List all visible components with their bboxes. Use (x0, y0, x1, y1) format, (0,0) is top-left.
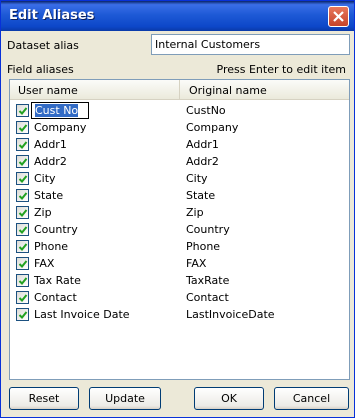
row-checkbox[interactable] (16, 291, 29, 304)
row-checkbox[interactable] (16, 138, 29, 151)
user-name-cell: City (34, 172, 56, 185)
user-name-cell: Tax Rate (34, 274, 81, 287)
original-name-cell: TaxRate (186, 274, 230, 287)
row-checkbox[interactable] (16, 155, 29, 168)
list-item[interactable]: City City (10, 170, 349, 187)
user-name-cell: Phone (34, 240, 69, 253)
checkmark-icon (18, 294, 28, 302)
list-item[interactable]: Contact Contact (10, 289, 349, 306)
close-icon (333, 11, 344, 22)
edit-aliases-dialog: Edit Aliases Dataset alias Internal Cust… (0, 0, 355, 418)
row-checkbox[interactable] (16, 223, 29, 236)
user-name-cell: Contact (34, 291, 77, 304)
dataset-alias-label: Dataset alias (7, 39, 79, 52)
row-checkbox[interactable] (16, 189, 29, 202)
original-name-cell: Company (186, 121, 239, 134)
field-aliases-label: Field aliases (7, 63, 74, 76)
list-header: User name Original name (10, 80, 349, 100)
title-bar[interactable]: Edit Aliases (1, 1, 354, 31)
column-header-user-name[interactable]: User name (10, 80, 180, 99)
original-name-cell: City (186, 172, 208, 185)
list-item[interactable]: Cust No CustNo (10, 102, 349, 119)
list-item[interactable]: FAX FAX (10, 255, 349, 272)
original-name-cell: Country (186, 223, 230, 236)
user-name-cell: FAX (34, 257, 55, 270)
list-item[interactable]: Tax Rate TaxRate (10, 272, 349, 289)
cancel-button[interactable]: Cancel (274, 387, 349, 410)
original-name-cell: Contact (186, 291, 229, 304)
edit-hint: Press Enter to edit item (216, 63, 346, 76)
window-title: Edit Aliases (9, 8, 95, 23)
original-name-cell: LastInvoiceDate (186, 308, 275, 321)
user-name-cell: Company (34, 121, 87, 134)
user-name-cell: Addr1 (34, 138, 67, 151)
list-item[interactable]: State State (10, 187, 349, 204)
user-name-cell: State (34, 189, 64, 202)
dataset-alias-input[interactable]: Internal Customers (151, 34, 350, 55)
list-item[interactable]: Addr1 Addr1 (10, 136, 349, 153)
row-checkbox[interactable] (16, 308, 29, 321)
checkmark-icon (18, 277, 28, 285)
checkmark-icon (18, 311, 28, 319)
row-checkbox[interactable] (16, 274, 29, 287)
original-name-cell: Phone (186, 240, 221, 253)
ok-button[interactable]: OK (194, 387, 264, 410)
user-name-cell: Cust No (35, 104, 79, 117)
row-checkbox[interactable] (16, 172, 29, 185)
checkmark-icon (18, 158, 28, 166)
row-checkbox[interactable] (16, 206, 29, 219)
list-item[interactable]: Zip Zip (10, 204, 349, 221)
user-name-cell: Last Invoice Date (34, 308, 130, 321)
checkmark-icon (18, 141, 28, 149)
original-name-cell: Zip (186, 206, 204, 219)
list-item[interactable]: Country Country (10, 221, 349, 238)
user-name-cell: Country (34, 223, 78, 236)
update-button[interactable]: Update (89, 387, 161, 410)
checkmark-icon (18, 226, 28, 234)
list-item[interactable]: Phone Phone (10, 238, 349, 255)
checkmark-icon (18, 124, 28, 132)
column-header-original-name[interactable]: Original name (181, 80, 349, 99)
checkmark-icon (18, 260, 28, 268)
list-item[interactable]: Company Company (10, 119, 349, 136)
original-name-cell: FAX (186, 257, 207, 270)
row-checkbox[interactable] (16, 104, 29, 117)
user-name-cell: Addr2 (34, 155, 67, 168)
field-aliases-list[interactable]: User name Original name Cust No CustNo Com… (9, 79, 350, 380)
original-name-cell: State (186, 189, 216, 202)
row-checkbox[interactable] (16, 121, 29, 134)
checkmark-icon (18, 107, 28, 115)
original-name-cell: Addr2 (186, 155, 219, 168)
close-button[interactable] (328, 6, 349, 27)
row-checkbox[interactable] (16, 257, 29, 270)
checkmark-icon (18, 175, 28, 183)
user-name-edit-field[interactable]: Cust No (31, 102, 89, 119)
reset-button[interactable]: Reset (9, 387, 79, 410)
row-checkbox[interactable] (16, 240, 29, 253)
user-name-cell: Zip (34, 206, 52, 219)
checkmark-icon (18, 209, 28, 217)
checkmark-icon (18, 192, 28, 200)
original-name-cell: CustNo (186, 104, 226, 117)
list-item[interactable]: Last Invoice Date LastInvoiceDate (10, 306, 349, 323)
original-name-cell: Addr1 (186, 138, 219, 151)
checkmark-icon (18, 243, 28, 251)
list-item[interactable]: Addr2 Addr2 (10, 153, 349, 170)
